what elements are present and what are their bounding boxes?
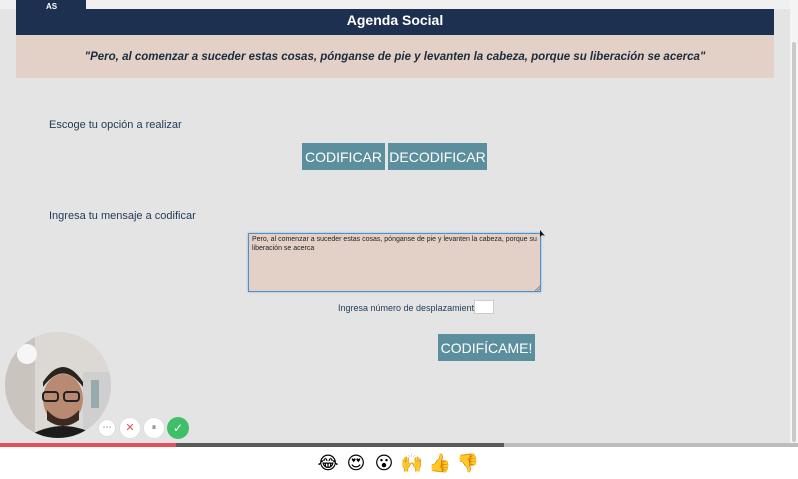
more-options-icon[interactable]: ⋯ bbox=[98, 419, 116, 437]
raised-hands-emoji-icon[interactable]: 🙌 bbox=[400, 452, 424, 476]
encode-button[interactable]: CODIFICAR bbox=[302, 143, 385, 170]
surprised-emoji-icon[interactable]: 😮 bbox=[372, 452, 396, 476]
pause-icon[interactable]: ⏸ bbox=[143, 417, 165, 439]
heart-eyes-emoji-icon[interactable]: 😍 bbox=[344, 452, 368, 476]
scrollbar-thumb[interactable] bbox=[792, 42, 796, 442]
webcam-bubble[interactable] bbox=[5, 332, 111, 438]
message-textarea[interactable]: Pero, al comenzar a suceder estas cosas,… bbox=[248, 233, 541, 292]
shift-input[interactable] bbox=[474, 300, 494, 314]
decode-button[interactable]: DECODIFICAR bbox=[388, 143, 487, 170]
encode-submit-button[interactable]: CODIFÍCAME! bbox=[438, 334, 535, 361]
message-label: Ingresa tu mensaje a codificar bbox=[49, 210, 196, 222]
finish-recording-icon[interactable]: ✓ bbox=[167, 417, 189, 439]
laughing-emoji-icon[interactable]: 😂 bbox=[316, 452, 340, 476]
thumbs-down-emoji-icon[interactable]: 👎 bbox=[456, 452, 480, 476]
web-page: AS Agenda Social "Pero, al comenzar a su… bbox=[0, 0, 790, 445]
reaction-bar bbox=[0, 447, 798, 479]
option-label: Escoge tu opción a realizar bbox=[49, 119, 182, 131]
top-strip bbox=[0, 0, 790, 9]
person-icon bbox=[5, 332, 111, 438]
shift-label: Ingresa número de desplazamiento bbox=[338, 303, 480, 313]
header-title: Agenda Social bbox=[16, 9, 774, 35]
discard-icon[interactable]: ✕ bbox=[119, 417, 141, 439]
thumbs-up-emoji-icon[interactable]: 👍 bbox=[428, 452, 452, 476]
resize-grip-icon[interactable] bbox=[534, 285, 540, 291]
quote-banner: "Pero, al comenzar a suceder estas cosas… bbox=[16, 35, 774, 78]
mouse-cursor-icon bbox=[540, 230, 545, 237]
